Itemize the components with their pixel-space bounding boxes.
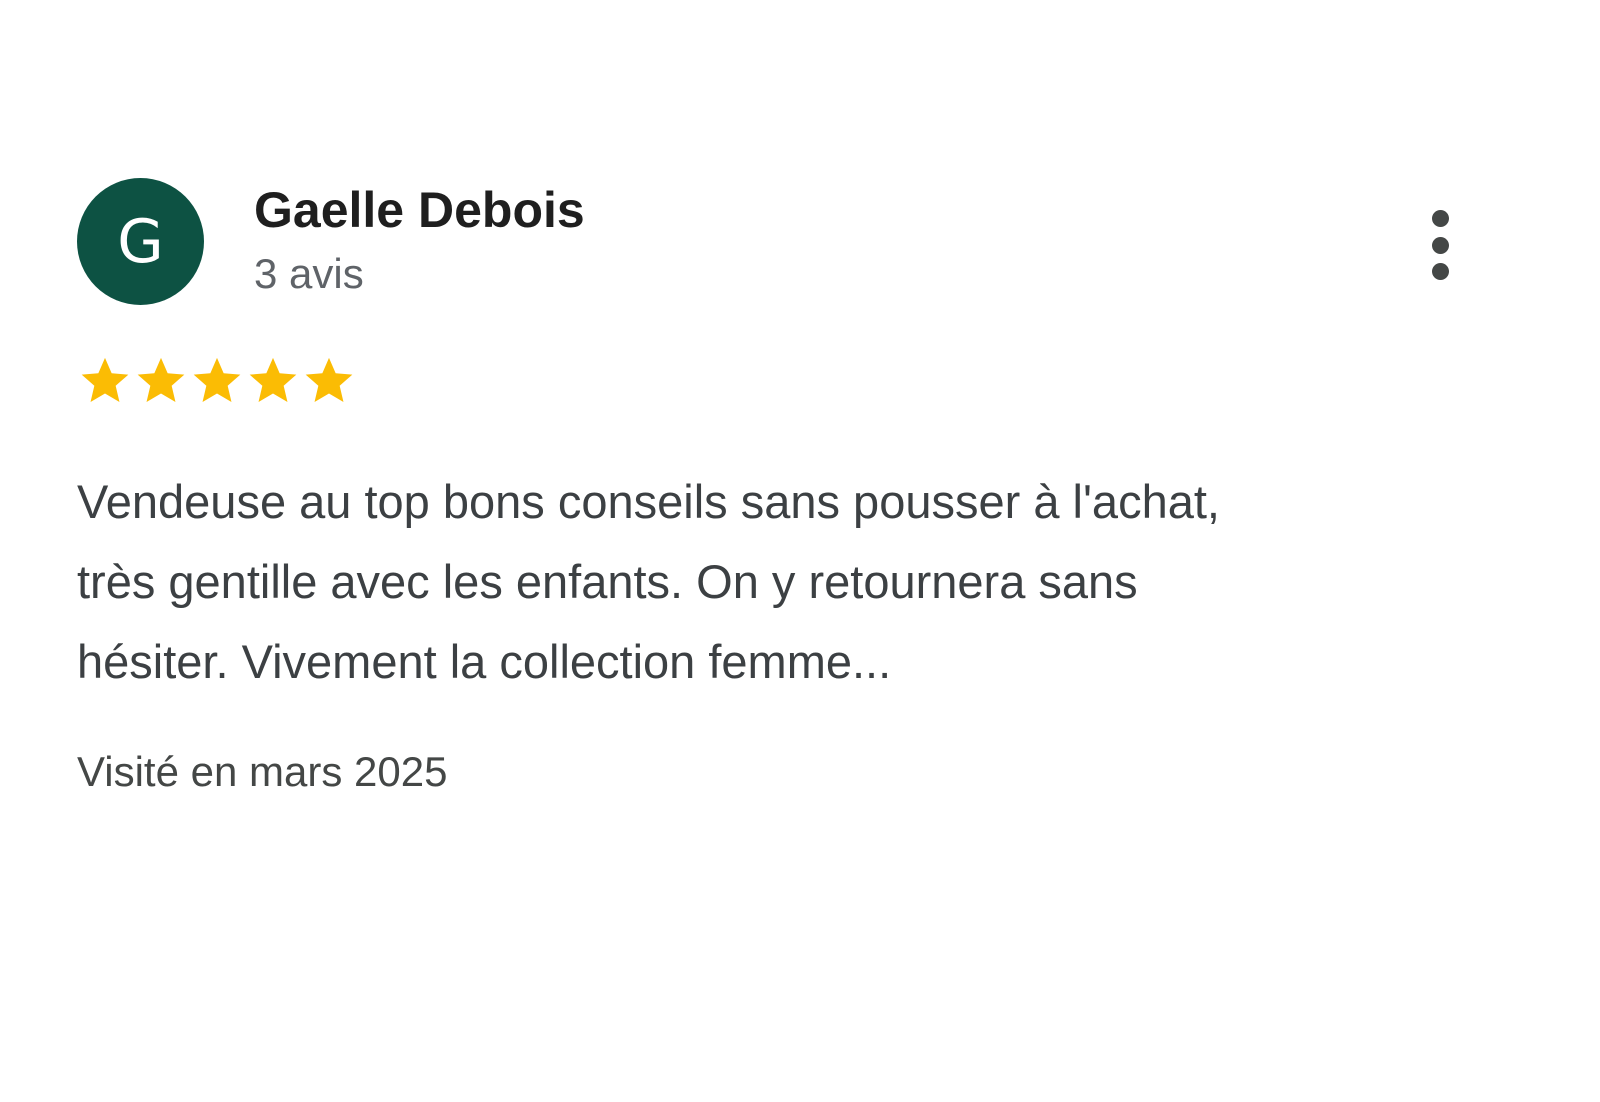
star-icon [249,357,297,403]
more-options-button[interactable] [1415,205,1465,285]
review-text-line: Vendeuse au top bons conseils sans pouss… [77,475,1220,528]
star-rating [77,352,357,410]
more-vert-icon [1431,210,1449,227]
avatar-initial: G [117,206,164,277]
star-icon [193,357,241,403]
star-icon [81,357,129,403]
author-name[interactable]: Gaelle Debois [254,180,585,240]
review-text-line: très gentille avec les enfants. On y ret… [77,555,1138,608]
visit-date: Visité en mars 2025 [77,748,448,795]
more-vert-icon-dot [1431,263,1449,280]
review-text-line: hésiter. Vivement la collection femme... [77,635,892,688]
review-count: 3 avis [254,250,364,297]
review-text: Vendeuse au top bons conseils sans pouss… [77,462,1477,702]
star-icon [305,357,353,403]
avatar[interactable]: G [77,178,204,305]
star-icon [137,357,185,403]
more-vert-icon-dot [1431,236,1449,254]
review-card: G Gaelle Debois 3 avis Vendeuse au top b… [0,0,1600,1102]
